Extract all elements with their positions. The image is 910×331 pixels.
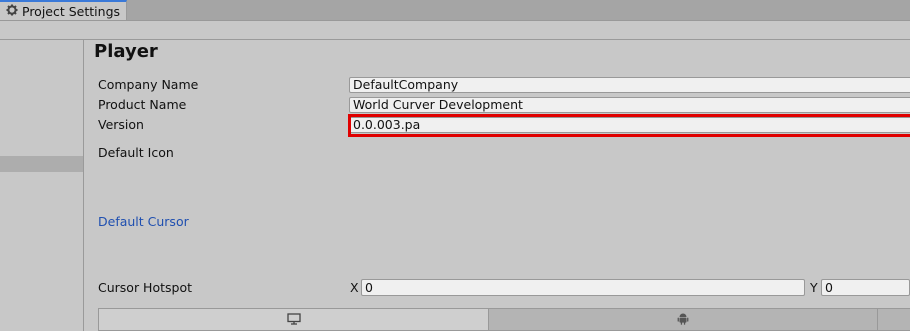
desktop-monitor-icon	[286, 310, 301, 329]
default-icon-label: Default Icon	[98, 145, 174, 160]
default-cursor-label[interactable]: Default Cursor	[98, 214, 189, 230]
product-name-label: Product Name	[98, 97, 187, 112]
hotspot-y-field[interactable]: 0	[821, 279, 910, 296]
settings-toolbar	[0, 21, 910, 40]
company-name-field[interactable]: DefaultCompany	[349, 77, 910, 93]
version-field[interactable]: 0.0.003.pa	[349, 117, 910, 133]
product-name-field[interactable]: World Curver Development	[349, 97, 910, 113]
hotspot-y-label: Y	[810, 280, 818, 295]
version-label: Version	[98, 117, 144, 132]
tab-project-settings[interactable]: Project Settings	[0, 0, 127, 20]
gear-icon	[6, 4, 18, 19]
page-title: Player	[94, 41, 158, 62]
platform-tab-android[interactable]	[489, 309, 878, 330]
sidebar-item-selected[interactable]	[0, 156, 83, 172]
cursor-hotspot-label: Cursor Hotspot	[98, 280, 193, 295]
hotspot-x-field[interactable]: 0	[361, 279, 805, 296]
android-icon	[677, 310, 689, 329]
platform-tab-more[interactable]	[878, 309, 910, 330]
hotspot-x-label: X	[350, 280, 359, 295]
window-tab-bar: Project Settings	[0, 0, 910, 21]
company-name-label: Company Name	[98, 77, 199, 92]
player-settings-panel: Player Company Name DefaultCompany Produ…	[84, 40, 910, 331]
platform-tab-standalone[interactable]	[99, 309, 489, 330]
settings-sidebar	[0, 40, 84, 331]
tab-label: Project Settings	[22, 3, 121, 19]
platform-tabs	[98, 308, 910, 331]
